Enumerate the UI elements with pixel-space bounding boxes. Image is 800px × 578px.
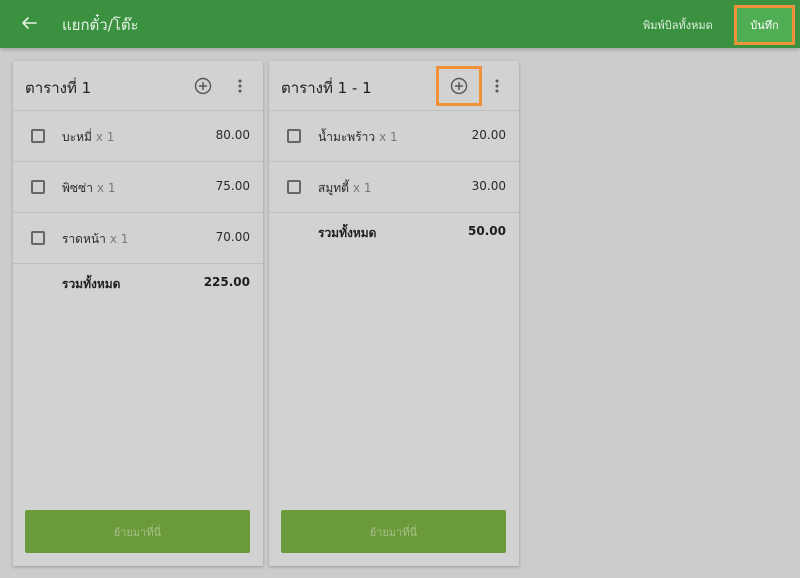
list-item: ราดหน้า x 1 70.00 [13, 213, 263, 264]
item-quantity: x 1 [379, 130, 398, 144]
top-app-bar: แยกตั๋ว/โต๊ะ พิมพ์บิลทั้งหมด บันทึก [0, 0, 800, 48]
total-value: 50.00 [468, 224, 506, 238]
item-quantity: x 1 [109, 232, 129, 246]
add-circle-icon [194, 77, 212, 95]
total-label: รวมทั้งหมด [318, 226, 377, 240]
add-split-button[interactable] [436, 66, 482, 106]
item-name: พิซซ่า [62, 181, 93, 195]
item-quantity: x 1 [352, 181, 372, 195]
list-item: บะหมี่ x 1 80.00 [13, 111, 263, 162]
panel-title: ตารางที่ 1 [25, 79, 92, 97]
panel-header: ตารางที่ 1 [13, 61, 263, 111]
more-vert-icon [495, 79, 499, 93]
more-menu-button[interactable] [487, 76, 507, 96]
item-name: ราดหน้า [62, 232, 106, 246]
item-quantity: x 1 [95, 130, 115, 144]
item-quantity: x 1 [96, 181, 116, 195]
item-price: 30.00 [471, 179, 506, 193]
item-checkbox[interactable] [287, 180, 301, 194]
item-price: 75.00 [215, 179, 250, 193]
item-name: น้ำมะพร้าว [318, 130, 376, 144]
list-item: สมูทตี้ x 1 30.00 [269, 162, 519, 213]
list-item: น้ำมะพร้าว x 1 20.00 [269, 111, 519, 162]
panel-header: ตารางที่ 1 - 1 [269, 61, 519, 111]
arrow-left-icon [22, 17, 37, 29]
panel-title: ตารางที่ 1 - 1 [281, 79, 372, 97]
print-all-bills-button[interactable]: พิมพ์บิลทั้งหมด [643, 16, 713, 34]
total-value: 225.00 [203, 275, 250, 289]
table-panel-2: ตารางที่ 1 - 1 น้ำมะพร้าว x 1 20.00 สมูทต… [269, 61, 519, 566]
item-checkbox[interactable] [31, 129, 45, 143]
total-label: รวมทั้งหมด [62, 277, 121, 291]
item-price: 80.00 [215, 128, 250, 142]
more-vert-icon [238, 79, 242, 93]
item-checkbox[interactable] [287, 129, 301, 143]
more-menu-button[interactable] [230, 76, 250, 96]
add-circle-icon [450, 77, 468, 95]
save-button[interactable]: บันทึก [734, 5, 795, 45]
item-price: 70.00 [215, 230, 250, 244]
item-checkbox[interactable] [31, 231, 45, 245]
back-button[interactable] [16, 10, 42, 36]
add-split-button[interactable] [192, 75, 214, 97]
list-item: พิซซ่า x 1 75.00 [13, 162, 263, 213]
move-here-button[interactable]: ย้ายมาที่นี่ [25, 510, 250, 553]
item-name: บะหมี่ [62, 130, 92, 144]
item-name: สมูทตี้ [318, 181, 349, 195]
page-title: แยกตั๋ว/โต๊ะ [62, 16, 139, 34]
item-checkbox[interactable] [31, 180, 45, 194]
move-here-button[interactable]: ย้ายมาที่นี่ [281, 510, 506, 553]
item-price: 20.00 [471, 128, 506, 142]
table-panel-1: ตารางที่ 1 บะหมี่ x 1 80.00 พิซซ่า x 1 75.… [13, 61, 263, 566]
